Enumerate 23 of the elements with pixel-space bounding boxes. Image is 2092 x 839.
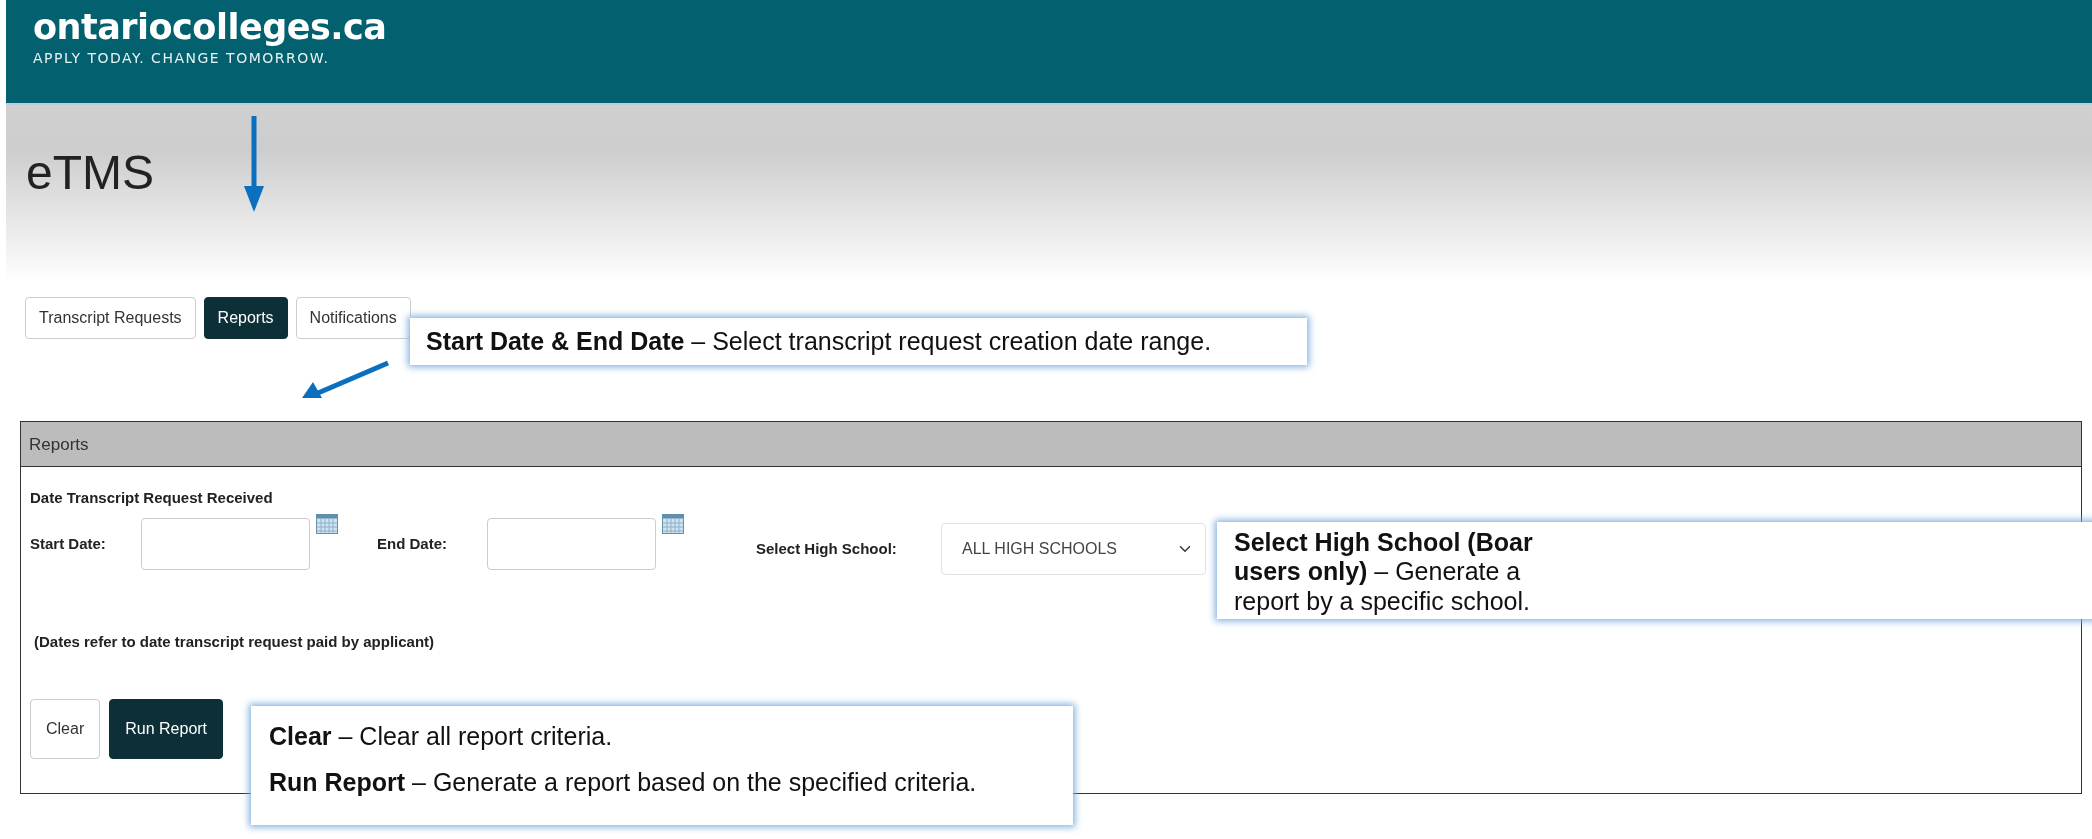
callout-text: Run Report – Generate a report based on the specified criteria.: [269, 766, 978, 798]
tab[interactable]: Notifications: [295, 297, 411, 339]
field-label: Select High School:: [756, 538, 898, 559]
tab[interactable]: Transcript Requests: [25, 297, 196, 339]
page-title: eTMS: [26, 145, 154, 201]
calendar-icon[interactable]: [316, 513, 338, 534]
tagline: APPLY TODAY. CHANGE TOMORROW.: [33, 49, 331, 68]
panel-title: Reports: [29, 435, 89, 454]
high-school-select[interactable]: ALL HIGH SCHOOLS: [941, 522, 1206, 575]
calendar-icon[interactable]: [662, 513, 684, 534]
note-text: (Dates refer to date transcript request paid by applicant): [34, 631, 436, 652]
callout-text: Start Date & End Date – Select transcript request creation date range.: [426, 326, 1212, 357]
callout-text: Clear – Clear all report criteria.: [269, 721, 614, 752]
callout-text: Select High School (Boar users only) – Generate a report by a specific school.: [1234, 528, 1533, 616]
date-field[interactable]: [141, 517, 310, 570]
run-button[interactable]: Run Report: [109, 699, 224, 759]
field-label: Start Date:: [30, 533, 107, 554]
tab[interactable]: Reports: [203, 297, 288, 339]
field-label: End Date:: [377, 533, 448, 554]
date-field[interactable]: [487, 517, 656, 570]
section-label: Date Transcript Request Received: [30, 488, 274, 508]
clear-button[interactable]: Clear: [30, 699, 101, 759]
site-logo[interactable]: ontariocolleges.ca: [33, 6, 2092, 48]
